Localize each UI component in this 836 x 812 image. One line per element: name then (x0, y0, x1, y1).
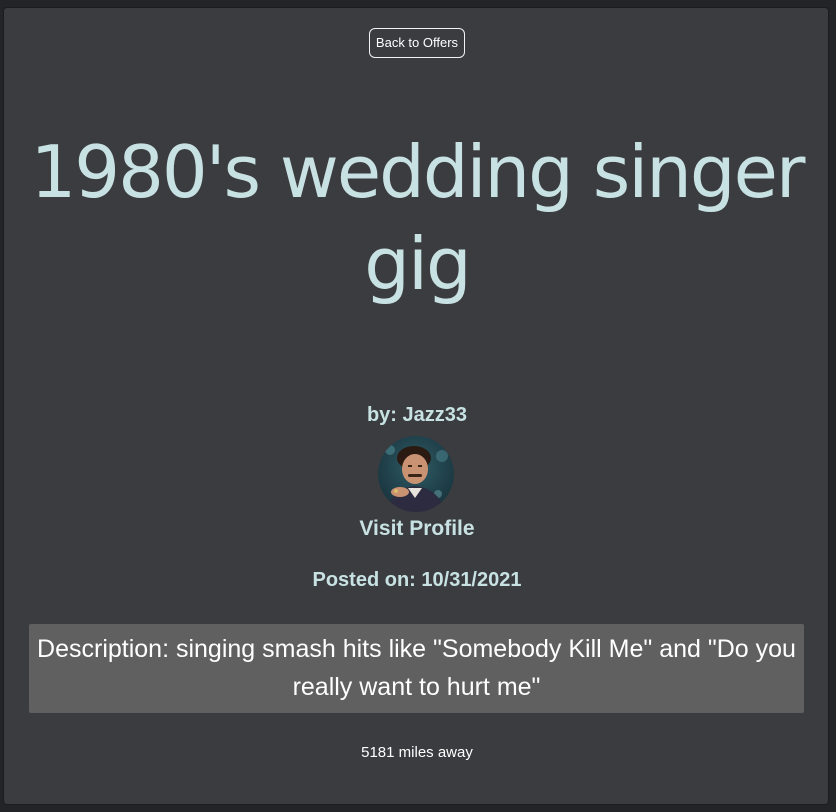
visit-profile-link[interactable]: Visit Profile (4, 515, 830, 543)
offer-title: 1980's wedding singer gig (30, 130, 806, 306)
offer-author: by: Jazz33 (366, 404, 468, 426)
offer-distance: 5181 miles away (361, 744, 473, 761)
back-to-offers-button[interactable]: Back to Offers (369, 28, 465, 58)
offer-card: Back to Offers 1980's wedding singer gig… (3, 7, 829, 805)
avatar-photo-icon (385, 445, 448, 512)
offer-description: Description: singing smash hits like "So… (29, 624, 804, 713)
avatar[interactable] (378, 436, 454, 512)
posted-date: Posted on: 10/31/2021 (312, 569, 522, 591)
